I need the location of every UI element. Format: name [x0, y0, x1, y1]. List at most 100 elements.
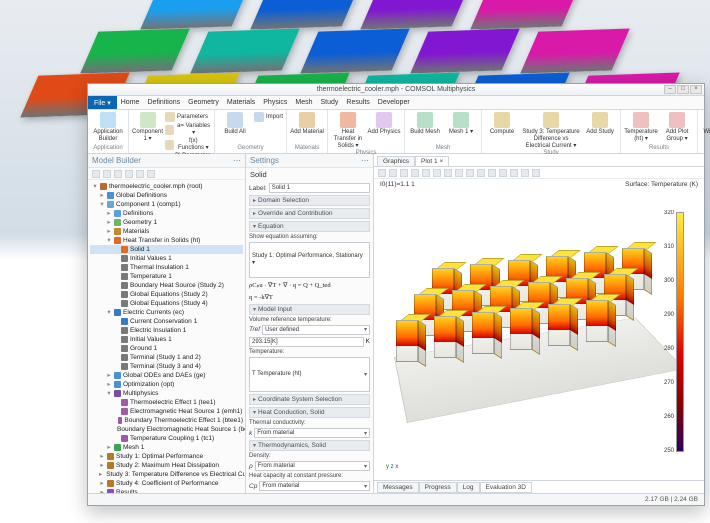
section-override[interactable]: ▸Override and Contribution: [249, 208, 370, 219]
tree-node[interactable]: ▸Materials: [90, 227, 243, 236]
tool-icon[interactable]: [466, 169, 474, 177]
tree-node[interactable]: Global Equations (Study 2): [90, 290, 243, 299]
tool-icon[interactable]: [411, 169, 419, 177]
tree-node[interactable]: ▸Global ODEs and DAEs (ge): [90, 371, 243, 380]
section-thermodynamics[interactable]: ▾Thermodynamics, Solid: [249, 440, 370, 451]
tree-node[interactable]: Initial Values 1: [90, 335, 243, 344]
section-coord[interactable]: ▸Coordinate System Selection: [249, 394, 370, 405]
equation-study-select[interactable]: Study 1: Optimal Performance, Stationary…: [249, 242, 370, 278]
window-close-button[interactable]: ×: [690, 85, 702, 94]
tref-mode-select[interactable]: User defined▾: [262, 325, 370, 335]
bottom-tab-log[interactable]: Log: [457, 482, 480, 493]
model-tree[interactable]: ▾thermoelectric_cooler.mph (root)▸Global…: [88, 180, 245, 493]
k-select[interactable]: From material▾: [254, 428, 370, 438]
tree-node[interactable]: Thermoelectric Effect 1 (tee1): [90, 398, 243, 407]
tree-node[interactable]: ▾Electric Currents (ec): [90, 308, 243, 317]
study3-button[interactable]: Study 3: Temperature Difference vs Elect…: [521, 112, 581, 150]
bottom-tab-evaluation-3d[interactable]: Evaluation 3D: [480, 482, 532, 493]
tree-node[interactable]: ▸Study 2: Maximum Heat Dissipation: [90, 461, 243, 470]
tool-icon[interactable]: [444, 169, 452, 177]
tree-node[interactable]: ▸Study 4: Coefficient of Performance: [90, 479, 243, 488]
tool-icon[interactable]: [400, 169, 408, 177]
tool-icon[interactable]: [422, 169, 430, 177]
tool-icon[interactable]: [136, 170, 144, 178]
tree-node[interactable]: Boundary Thermoelectric Effect 1 (btee1): [90, 416, 243, 425]
tree-node[interactable]: Ground 1: [90, 344, 243, 353]
file-menu[interactable]: File ▾: [88, 96, 117, 109]
tree-node[interactable]: Current Conservation 1: [90, 317, 243, 326]
window-minimize-button[interactable]: –: [664, 85, 676, 94]
temperature-select[interactable]: T Temperature (ht)▾: [249, 357, 370, 393]
tool-icon[interactable]: [510, 169, 518, 177]
windows-button[interactable]: Windows ▾: [701, 112, 710, 136]
tree-node[interactable]: ▸Study 3: Temperature Difference vs Elec…: [90, 470, 243, 479]
tref-value-input[interactable]: 293.15[K]: [249, 337, 364, 347]
tree-node[interactable]: Global Equations (Study 4): [90, 299, 243, 308]
graphics-canvas[interactable]: y z x 320310300290280270260250: [374, 190, 704, 480]
menu-results[interactable]: Results: [342, 96, 373, 109]
menu-definitions[interactable]: Definitions: [143, 96, 184, 109]
tree-node[interactable]: ▸Mesh 1: [90, 443, 243, 452]
label-input[interactable]: Solid 1: [269, 183, 370, 193]
bottom-tab-messages[interactable]: Messages: [377, 482, 419, 493]
tree-node[interactable]: Boundary Electromagnetic Heat Source 1 (…: [90, 425, 243, 434]
tree-node[interactable]: ▸Optimization (opt): [90, 380, 243, 389]
tool-icon[interactable]: [103, 170, 111, 178]
tree-node[interactable]: Thermal Insulation 1: [90, 263, 243, 272]
menu-geometry[interactable]: Geometry: [184, 96, 223, 109]
menu-mesh[interactable]: Mesh: [291, 96, 316, 109]
section-model-input[interactable]: ▾Model Input: [249, 304, 370, 315]
functions-button[interactable]: f(x) Functions ▾: [165, 138, 211, 152]
tree-node[interactable]: ▾thermoelectric_cooler.mph (root): [90, 182, 243, 191]
application-builder-button[interactable]: Application Builder: [91, 112, 125, 143]
tree-node[interactable]: Solid 1: [90, 245, 243, 254]
tree-node[interactable]: Boundary Heat Source (Study 2): [90, 281, 243, 290]
tool-icon[interactable]: [488, 169, 496, 177]
tool-icon[interactable]: [389, 169, 397, 177]
cp-select[interactable]: From material▾: [259, 481, 370, 491]
section-domain[interactable]: ▸Domain Selection: [249, 195, 370, 206]
heat-transfer-button[interactable]: Heat Transfer in Solids ▾: [331, 112, 365, 150]
bottom-tab-progress[interactable]: Progress: [419, 482, 457, 493]
tree-node[interactable]: Terminal (Study 1 and 2): [90, 353, 243, 362]
section-heat-conduction[interactable]: ▾Heat Conduction, Solid: [249, 407, 370, 418]
compute-button[interactable]: Compute: [485, 112, 519, 136]
component-button[interactable]: Component 1 ▾: [132, 112, 163, 143]
menu-physics[interactable]: Physics: [259, 96, 291, 109]
mesh1-button[interactable]: Mesh 1 ▾: [444, 112, 478, 136]
build-all-button[interactable]: Build All: [218, 112, 252, 136]
tool-icon[interactable]: [521, 169, 529, 177]
menu-study[interactable]: Study: [317, 96, 343, 109]
menu-developer[interactable]: Developer: [374, 96, 414, 109]
temperature-plot-button[interactable]: Temperature (ht) ▾: [624, 112, 658, 143]
add-study-button[interactable]: Add Study: [583, 112, 617, 136]
tool-icon[interactable]: [92, 170, 100, 178]
variables-button[interactable]: a= Variables ▾: [165, 123, 211, 137]
tree-node[interactable]: ▾Heat Transfer in Solids (ht): [90, 236, 243, 245]
tree-node[interactable]: Electric Insulation 1: [90, 326, 243, 335]
tree-node[interactable]: ▸Global Definitions: [90, 191, 243, 200]
tree-node[interactable]: ▸Definitions: [90, 209, 243, 218]
add-plot-group-button[interactable]: Add Plot Group ▾: [660, 112, 694, 143]
tree-node[interactable]: ▸Geometry 1: [90, 218, 243, 227]
tool-icon[interactable]: [455, 169, 463, 177]
tree-node[interactable]: ▾Component 1 (comp1): [90, 200, 243, 209]
add-material-button[interactable]: Add Material: [290, 112, 324, 136]
tool-icon[interactable]: [147, 170, 155, 178]
tab-graphics[interactable]: Graphics: [377, 156, 415, 166]
menu-home[interactable]: Home: [117, 96, 144, 109]
tree-node[interactable]: Initial Values 1: [90, 254, 243, 263]
tool-icon[interactable]: [433, 169, 441, 177]
rho-select[interactable]: From material▾: [255, 461, 370, 471]
build-mesh-button[interactable]: Build Mesh: [408, 112, 442, 136]
tree-node[interactable]: ▾Multiphysics: [90, 389, 243, 398]
window-maximize-button[interactable]: □: [677, 85, 689, 94]
section-equation[interactable]: ▾Equation: [249, 221, 370, 232]
panel-menu-icon[interactable]: ⋯: [361, 156, 369, 165]
tool-icon[interactable]: [532, 169, 540, 177]
tree-node[interactable]: Temperature 1: [90, 272, 243, 281]
add-physics-button[interactable]: Add Physics: [367, 112, 401, 136]
tab-plot1[interactable]: Plot 1 ×: [415, 156, 449, 166]
tool-icon[interactable]: [477, 169, 485, 177]
panel-menu-icon[interactable]: ⋯: [233, 156, 241, 165]
